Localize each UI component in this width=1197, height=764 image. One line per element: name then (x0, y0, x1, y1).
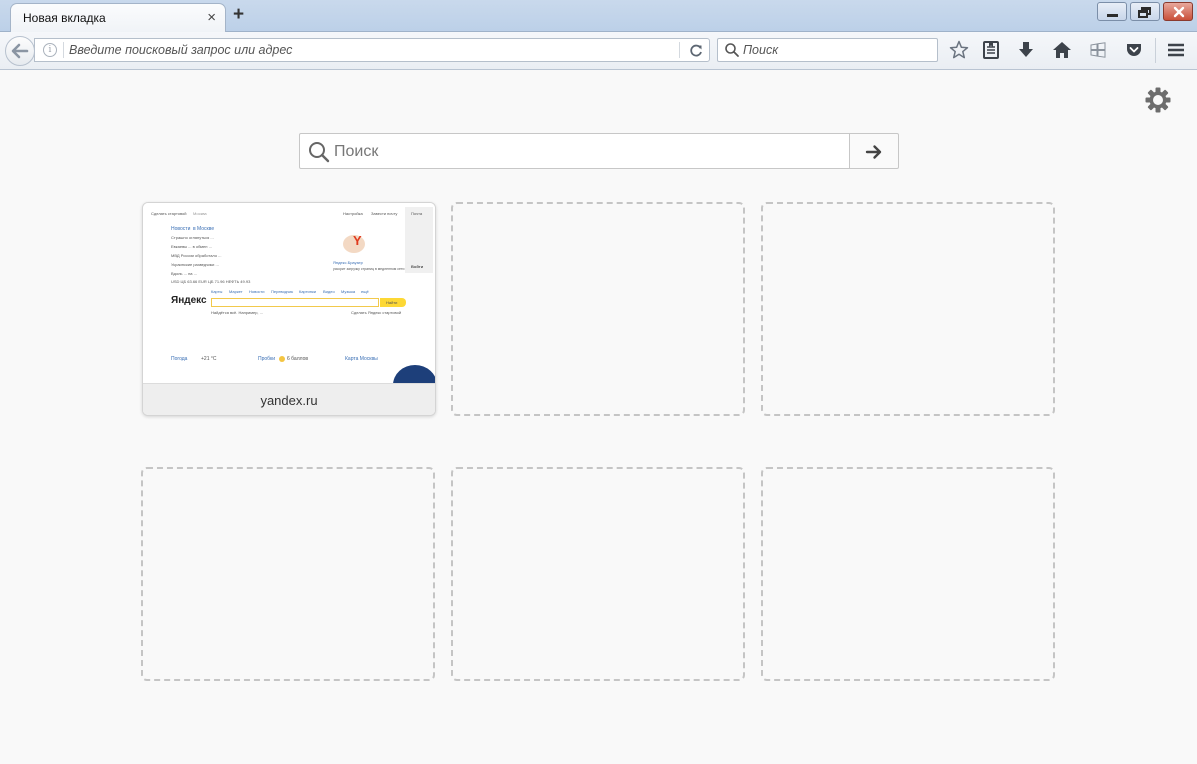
thumb-text: Погода (171, 356, 188, 362)
thumb-text: Музыка (341, 289, 356, 294)
new-tab-button[interactable]: + (233, 4, 244, 26)
search-go-button[interactable] (849, 133, 899, 169)
thumb-text: Картинки (299, 289, 316, 294)
tab-new-tab[interactable]: Новая вкладка × (10, 3, 226, 33)
navigation-toolbar: i (0, 32, 1197, 70)
thumb-text: Евкаевы ... в обмен ... (171, 244, 212, 249)
thumb-yandex-y: Y (353, 233, 362, 248)
thumb-text: МВД России обработало ... (171, 253, 222, 258)
title-bar: Новая вкладка × + (0, 0, 1197, 33)
bookmark-star-icon[interactable] (948, 39, 970, 61)
thumb-text: Сделать Яндекс стартовой (351, 310, 402, 315)
toolbar-search-bar[interactable] (717, 38, 938, 62)
arrow-right-icon (865, 145, 882, 159)
windows-icon[interactable] (1087, 39, 1109, 61)
thumb-text: Москва (193, 211, 207, 216)
thumb-text: Карты (211, 289, 223, 294)
info-icon[interactable]: i (43, 43, 57, 57)
thumb-text: USD ЦБ 63.66 EUR ЦБ 71.96 НЕФТЬ 49.93 (171, 279, 251, 284)
thumb-text: Почта (411, 211, 423, 216)
thumb-text: Завести почту (371, 211, 398, 216)
thumb-text: Сделать стартовой (151, 211, 187, 216)
site-tile-yandex[interactable]: Сделать стартовой Москва Настройка Завес… (142, 202, 436, 416)
restore-button[interactable] (1130, 2, 1160, 21)
newtab-search-input[interactable] (334, 142, 834, 162)
url-input[interactable] (69, 42, 669, 58)
back-arrow-icon (11, 43, 29, 59)
thumb-text: Видео (323, 289, 335, 294)
window-close-button[interactable] (1163, 2, 1193, 21)
thumb-text: ускорит загрузку страниц в медленном сет… (333, 267, 405, 271)
thumb-text: Новости (249, 289, 265, 294)
thumb-text: 6 баллов (287, 356, 309, 362)
thumb-text: ещё (361, 289, 369, 294)
tile-label: yandex.ru (143, 383, 435, 415)
empty-tile (761, 467, 1055, 681)
search-icon (309, 142, 330, 163)
thumb-text: в Москве (193, 226, 215, 232)
thumb-text: Пробки (258, 356, 275, 362)
tab-title: Новая вкладка (23, 11, 106, 25)
settings-gear-icon[interactable] (1144, 86, 1172, 114)
thumb-text: Найдётся всё. Например, ... (211, 310, 263, 315)
thumb-text: Новости (171, 226, 191, 232)
thumb-text: Войти (411, 264, 424, 269)
bookmarks-menu-icon[interactable] (980, 39, 1002, 61)
pocket-icon[interactable] (1123, 39, 1145, 61)
thumb-text: Маркет (229, 289, 243, 294)
minimize-icon (1107, 14, 1118, 17)
url-bar[interactable]: i (34, 38, 710, 62)
thumb-text: Карта Москвы (345, 356, 378, 362)
tab-close-icon[interactable]: × (207, 9, 216, 26)
search-icon (725, 43, 739, 57)
minimize-button[interactable] (1097, 2, 1127, 21)
thumb-text: Вдоль ... на ... (171, 271, 197, 276)
back-button[interactable] (5, 36, 35, 66)
empty-tile (141, 467, 435, 681)
thumb-text: Найти (386, 300, 398, 305)
thumb-text: Страшно оглянуться ... (171, 235, 214, 240)
thumb-text: Яндекс.Браузер (333, 260, 363, 265)
newtab-search-box[interactable] (299, 133, 850, 169)
empty-tile (761, 202, 1055, 416)
thumb-text: +21 °C (201, 356, 217, 362)
thumb-text: Переводчик (271, 289, 294, 294)
menu-icon[interactable] (1165, 39, 1187, 61)
empty-tile (451, 467, 745, 681)
thumb-text: Настройка (343, 211, 363, 216)
empty-tile (451, 202, 745, 416)
site-thumbnail: Сделать стартовой Москва Настройка Завес… (143, 203, 435, 383)
downloads-icon[interactable] (1015, 39, 1037, 61)
window-close-icon (1173, 6, 1185, 18)
toolbar-search-input[interactable] (743, 42, 928, 58)
home-icon[interactable] (1051, 39, 1073, 61)
reload-icon[interactable] (688, 41, 704, 61)
thumb-text: Украинские разведчики ... (171, 262, 219, 267)
thumb-logo: Яндекс (171, 295, 207, 306)
